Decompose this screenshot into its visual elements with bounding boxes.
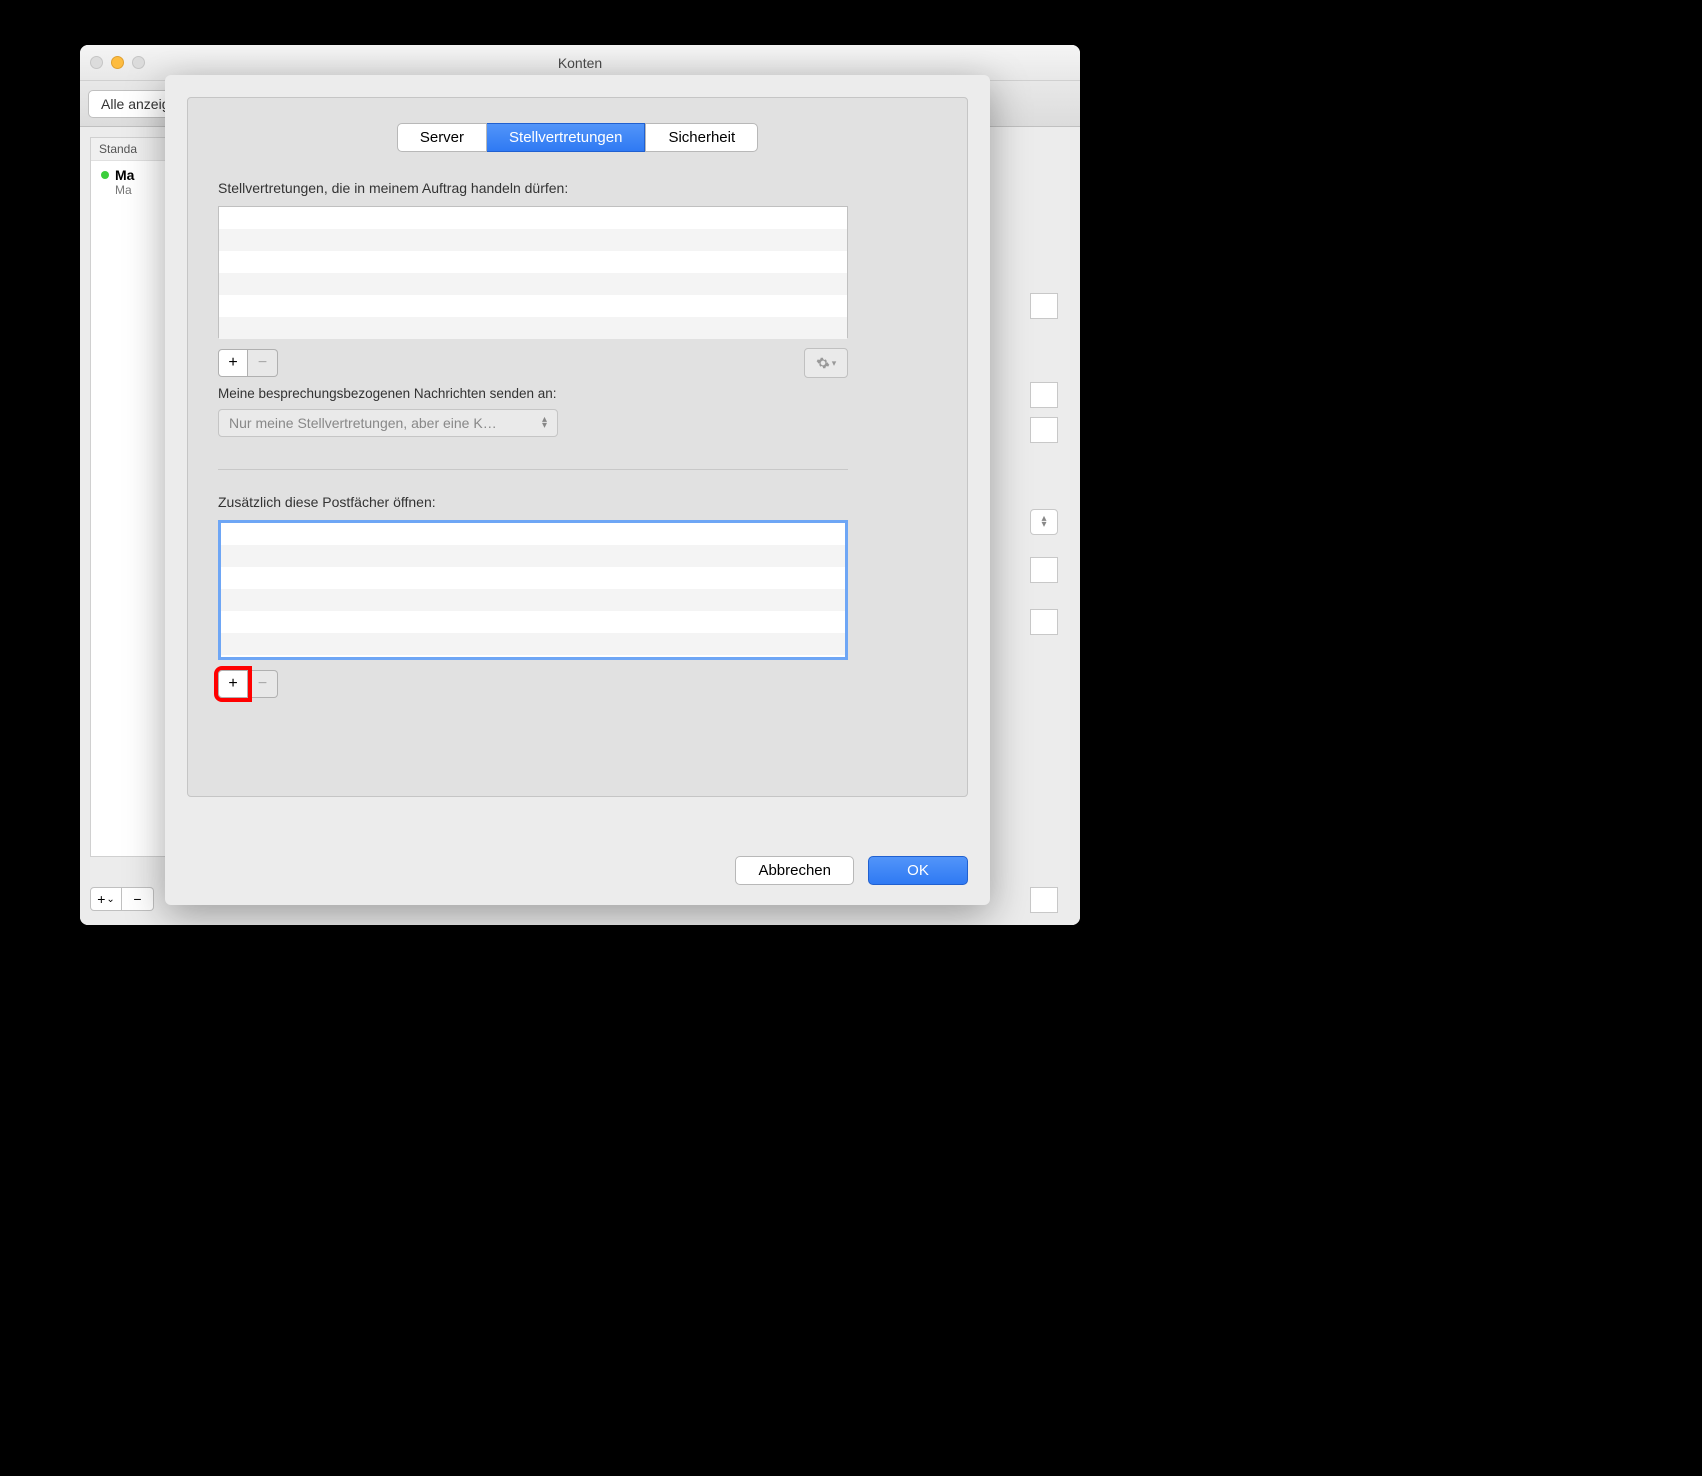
list-row [219, 273, 847, 295]
gear-icon [816, 356, 830, 370]
sheet-footer-buttons: Abbrechen OK [735, 856, 968, 885]
list-row [219, 295, 847, 317]
list-row [221, 523, 845, 545]
chevron-down-icon: ▾ [832, 358, 837, 369]
send-messages-label: Meine besprechungsbezogenen Nachrichten … [218, 386, 937, 401]
list-row [221, 633, 845, 655]
list-row [219, 207, 847, 229]
tab-bar: Server Stellvertretungen Sicherheit [218, 123, 937, 152]
window-title: Konten [558, 55, 602, 71]
traffic-lights [90, 56, 145, 69]
tab-security[interactable]: Sicherheit [645, 123, 758, 152]
add-account-button[interactable]: +⌄ [90, 887, 122, 911]
section-divider [218, 469, 848, 470]
background-select: ▴▾ [1030, 509, 1058, 535]
delegates-label: Stellvertretungen, die in meinem Auftrag… [218, 180, 937, 196]
list-row [221, 567, 845, 589]
ok-button[interactable]: OK [868, 856, 968, 885]
mailboxes-label: Zusätzlich diese Postfächer öffnen: [218, 494, 937, 510]
list-row [221, 545, 845, 567]
advanced-settings-sheet: Server Stellvertretungen Sicherheit Stel… [165, 75, 990, 905]
tab-delegates[interactable]: Stellvertretungen [487, 123, 645, 152]
dropdown-value: Nur meine Stellvertretungen, aber eine K… [229, 415, 497, 431]
remove-account-button[interactable]: − [122, 887, 154, 911]
remove-mailbox-button[interactable]: − [248, 670, 278, 698]
account-name-label: Ma [115, 167, 134, 183]
close-window-button[interactable] [90, 56, 103, 69]
delegate-options-button[interactable]: ▾ [804, 348, 848, 378]
list-row [221, 611, 845, 633]
background-field [1030, 557, 1058, 583]
chevron-up-down-icon: ▴▾ [542, 417, 547, 429]
sidebar-footer-buttons: +⌄ − [90, 887, 154, 911]
delegates-list[interactable] [218, 206, 848, 338]
sheet-content: Server Stellvertretungen Sicherheit Stel… [187, 97, 968, 797]
background-field [1030, 609, 1058, 635]
list-row [219, 317, 847, 339]
tab-server[interactable]: Server [397, 123, 487, 152]
list-row [219, 251, 847, 273]
delegates-button-row: + − ▾ [218, 348, 848, 378]
list-row [219, 229, 847, 251]
mailboxes-button-row: + − [218, 670, 848, 698]
cancel-button[interactable]: Abbrechen [735, 856, 854, 885]
background-field [1030, 293, 1058, 319]
add-mailbox-button[interactable]: + [218, 670, 248, 698]
send-messages-dropdown[interactable]: Nur meine Stellvertretungen, aber eine K… [218, 409, 558, 437]
minimize-window-button[interactable] [111, 56, 124, 69]
chevron-up-down-icon: ▴▾ [1041, 516, 1046, 528]
add-delegate-button[interactable]: + [218, 349, 248, 377]
list-row [221, 589, 845, 611]
background-field [1030, 382, 1058, 408]
additional-mailboxes-list[interactable] [218, 520, 848, 660]
background-field [1030, 417, 1058, 443]
background-field [1030, 887, 1058, 913]
zoom-window-button[interactable] [132, 56, 145, 69]
remove-delegate-button[interactable]: − [248, 349, 278, 377]
status-dot-icon [101, 171, 109, 179]
